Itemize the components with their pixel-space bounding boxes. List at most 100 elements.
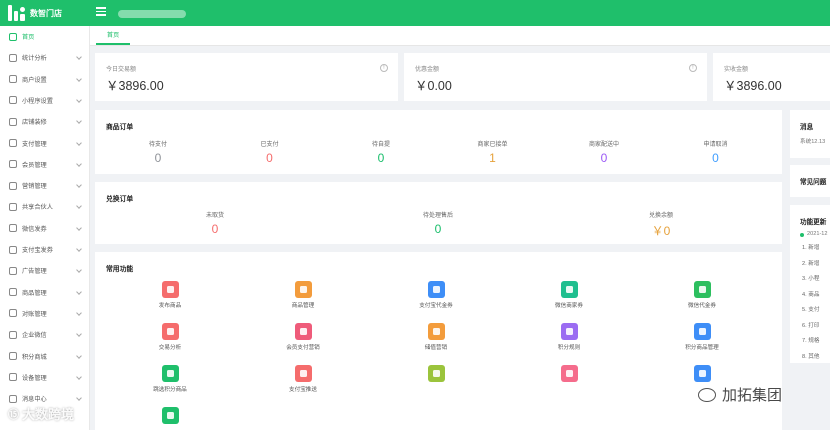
update-line[interactable]: 5. 支付 bbox=[802, 305, 819, 313]
sidebar-item-label: 消息中心 bbox=[22, 396, 47, 404]
function-item[interactable]: 积分商品管理 bbox=[662, 323, 742, 351]
watermark-logo-icon: ⑮ bbox=[8, 408, 19, 421]
chevron-down-icon bbox=[76, 118, 82, 125]
order-stat[interactable]: 已支付 0 bbox=[220, 139, 320, 165]
order-stat[interactable]: 商家配送中 0 bbox=[554, 139, 654, 165]
tab-strip: 首页 bbox=[90, 26, 830, 46]
function-label: 会员支付营销 bbox=[286, 345, 320, 351]
sidebar-item[interactable]: 会员管理 bbox=[0, 154, 90, 175]
function-label: 发布商品 bbox=[158, 303, 182, 309]
chevron-down-icon bbox=[76, 267, 82, 274]
update-line[interactable]: 2. 新增 bbox=[802, 259, 819, 267]
function-item[interactable]: 支付宝推送 bbox=[263, 365, 343, 393]
sidebar-item[interactable]: 小程序设置 bbox=[0, 90, 90, 111]
gear-icon bbox=[9, 75, 17, 84]
function-item[interactable] bbox=[396, 365, 476, 385]
watermark-right-text: 加拓集团 bbox=[722, 387, 783, 404]
exchange-stat[interactable]: 未取货 0 bbox=[165, 210, 265, 236]
function-item[interactable]: 微信代金券 bbox=[662, 281, 742, 309]
update-line[interactable]: 8. 其他 bbox=[802, 352, 819, 360]
function-item[interactable]: 交易分析 bbox=[130, 323, 210, 351]
common-functions-panel: 常用功能 发布商品 商品管理 支付宝代金券 微信商家券 微信代金券交易分析 会员支付营销 储… bbox=[95, 252, 782, 430]
alipay-push-icon bbox=[294, 365, 312, 382]
chevron-down-icon bbox=[76, 203, 82, 210]
menu-toggle-icon[interactable] bbox=[96, 7, 106, 16]
function-item[interactable]: 跳选积分商品 bbox=[130, 365, 210, 393]
exchange-orders-panel: 兑换订单 未取货 0 待处理售后 0 兑换余额 ￥0 bbox=[95, 182, 782, 244]
function-label: 微信代金券 bbox=[688, 303, 716, 309]
order-stat[interactable]: 待自提 0 bbox=[331, 139, 431, 165]
update-line[interactable]: 3. 小程 bbox=[802, 274, 819, 282]
brand-logo-icon bbox=[8, 5, 25, 21]
function-item[interactable] bbox=[662, 365, 742, 385]
stat-label: 今日交易额 bbox=[106, 67, 137, 73]
sidebar-item[interactable]: 商户设置 bbox=[0, 69, 90, 90]
goods-orders-panel: 商品订单 待支付 0 已支付 0 待自提 0 商家已接单 1 商家配送中 0 申请取消 0 bbox=[95, 110, 782, 174]
sidebar: 首页 统计分析商户设置小程序设置 店铺装修 支付管理 会员管理 营销管理 共享合伙人 微信发券… bbox=[0, 26, 90, 430]
sidebar-item[interactable]: 商品管理 bbox=[0, 282, 90, 303]
tab-home[interactable]: 首页 bbox=[96, 26, 130, 45]
order-stat[interactable]: 商家已接单 1 bbox=[443, 139, 543, 165]
member-pay-marketing-icon bbox=[294, 323, 312, 340]
exchange-stat[interactable]: 待处理售后 0 bbox=[388, 210, 488, 236]
function-item[interactable]: 商品管理 bbox=[263, 281, 343, 309]
function-item[interactable] bbox=[130, 407, 210, 427]
function-item[interactable] bbox=[529, 365, 609, 385]
section-title: 常用功能 bbox=[106, 266, 134, 273]
coupon-icon bbox=[560, 365, 578, 382]
sidebar-item-label: 商品管理 bbox=[22, 289, 47, 297]
sidebar-item-label: 商户设置 bbox=[22, 76, 47, 84]
update-line[interactable]: 4. 商品 bbox=[802, 290, 819, 298]
function-item[interactable]: 发布商品 bbox=[130, 281, 210, 309]
function-item[interactable]: 支付宝代金券 bbox=[396, 281, 476, 309]
function-label: 跳选积分商品 bbox=[153, 387, 187, 393]
order-stat[interactable]: 待支付 0 bbox=[108, 139, 208, 165]
exchange-stat-value: ￥0 bbox=[651, 224, 671, 238]
stat-card-actual: 实收金额 ￥3896.00 bbox=[713, 53, 830, 101]
order-stat-label: 商家已接单 bbox=[477, 142, 508, 148]
sidebar-item[interactable]: 对账管理 bbox=[0, 303, 90, 324]
function-item[interactable]: 储值营销 bbox=[396, 323, 476, 351]
sidebar-item[interactable]: 首页 bbox=[0, 26, 90, 47]
user-info[interactable] bbox=[118, 10, 186, 18]
info-icon[interactable]: ! bbox=[380, 64, 388, 72]
watermark-left-text: 大数跨境 bbox=[22, 407, 75, 422]
update-line[interactable]: 1. 新增 bbox=[802, 243, 819, 251]
order-stat-label: 待支付 bbox=[148, 142, 167, 148]
update-line[interactable]: 7. 规格 bbox=[802, 336, 819, 344]
function-label: 交易分析 bbox=[158, 345, 182, 351]
sidebar-item[interactable]: 营销管理 bbox=[0, 175, 90, 196]
sidebar-item[interactable]: 支付宝发券 bbox=[0, 239, 90, 260]
chevron-down-icon bbox=[76, 352, 82, 359]
faq-panel: 常见问题 bbox=[790, 165, 830, 197]
sidebar-item[interactable]: 店铺装修 bbox=[0, 111, 90, 132]
function-item[interactable]: 会员支付营销 bbox=[263, 323, 343, 351]
function-item[interactable]: 积分规则 bbox=[529, 323, 609, 351]
function-label: 积分商品管理 bbox=[685, 345, 719, 351]
sidebar-item[interactable]: 共享合伙人 bbox=[0, 196, 90, 217]
sidebar-item[interactable]: 微信发券 bbox=[0, 218, 90, 239]
alipay-voucher-icon bbox=[427, 281, 445, 298]
chevron-down-icon bbox=[76, 395, 82, 401]
sidebar-item[interactable]: 广告管理 bbox=[0, 260, 90, 281]
select-points-goods-icon bbox=[161, 365, 179, 382]
function-item[interactable]: 微信商家券 bbox=[529, 281, 609, 309]
sidebar-item[interactable]: 企业微信 bbox=[0, 324, 90, 345]
brand[interactable]: 数智门店 bbox=[8, 5, 62, 21]
exchange-stat[interactable]: 兑换余额 ￥0 bbox=[611, 210, 711, 239]
order-stat[interactable]: 申请取消 0 bbox=[666, 139, 766, 165]
sidebar-item[interactable]: 设备管理 bbox=[0, 367, 90, 388]
sidebar-item[interactable]: 积分商城 bbox=[0, 346, 90, 367]
update-line[interactable]: 6. 打印 bbox=[802, 321, 819, 329]
chevron-down-icon bbox=[76, 54, 82, 61]
goods-manage-icon bbox=[294, 281, 312, 298]
sidebar-item[interactable]: 统计分析 bbox=[0, 47, 90, 68]
sidebar-item[interactable]: 支付管理 bbox=[0, 133, 90, 154]
info-icon[interactable]: ! bbox=[689, 64, 697, 72]
points-goods-icon bbox=[693, 323, 711, 340]
chevron-down-icon bbox=[76, 224, 82, 231]
function-label: 商品管理 bbox=[291, 303, 315, 309]
updates-panel: 功能更新 2021-12 1. 新增 2. 新增 3. 小程 4. 商品 5. 支付 6.… bbox=[790, 205, 830, 363]
messages-text[interactable]: 系统12.13 bbox=[800, 137, 825, 145]
device-icon bbox=[9, 373, 17, 382]
